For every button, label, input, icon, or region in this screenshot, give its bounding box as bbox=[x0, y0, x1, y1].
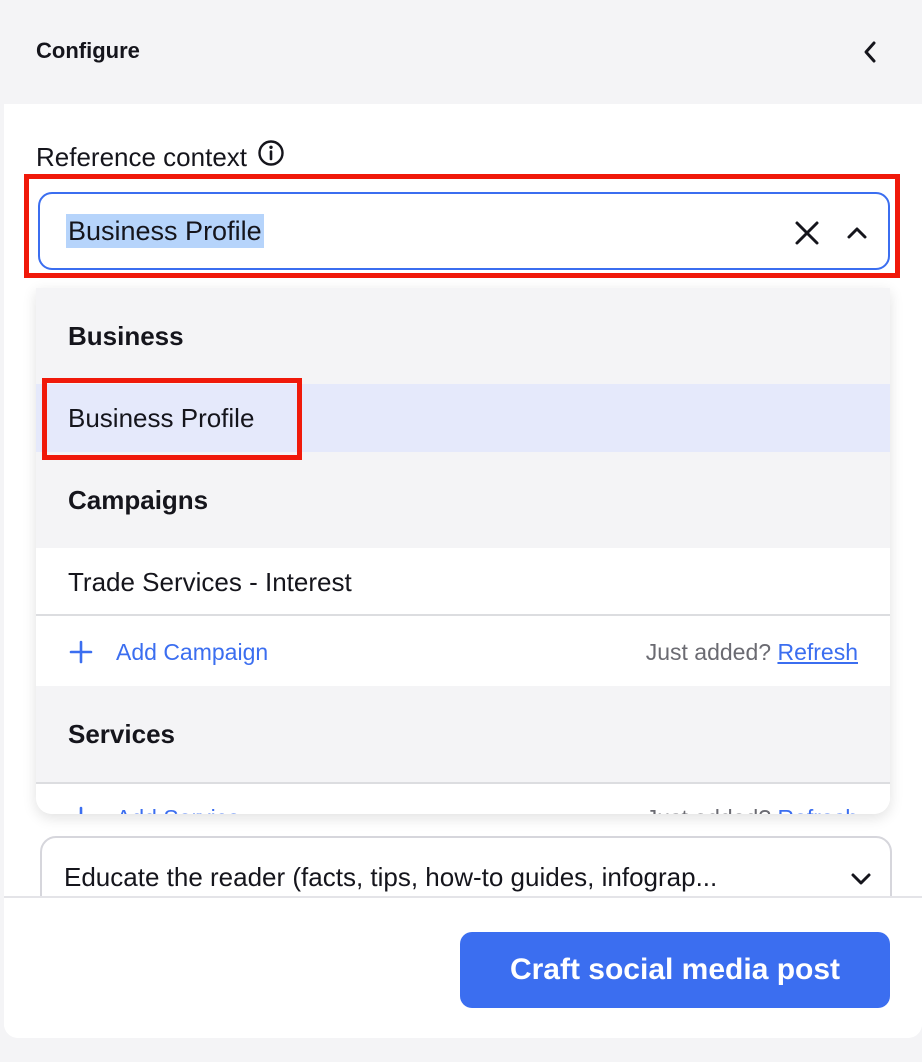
reference-context-dropdown: Business Business Profile Campaigns Trad… bbox=[36, 288, 890, 814]
panel-header: Configure bbox=[4, 0, 922, 104]
group-header-business: Business bbox=[36, 288, 890, 384]
reference-context-label-text: Reference context bbox=[36, 142, 248, 172]
info-icon[interactable] bbox=[257, 139, 285, 167]
add-service-row: Add Service Just added? Refresh bbox=[36, 784, 890, 814]
post-goal-value: Educate the reader (facts, tips, how-to … bbox=[64, 862, 718, 892]
add-campaign-row: Add Campaign Just added? Refresh bbox=[36, 618, 890, 686]
just-added-text: Just added? Refresh bbox=[646, 805, 858, 815]
refresh-services-link[interactable]: Refresh bbox=[777, 805, 858, 815]
add-service-button[interactable]: Add Service bbox=[68, 805, 240, 815]
chevron-down-icon bbox=[846, 864, 876, 894]
collapse-button[interactable] bbox=[856, 38, 884, 66]
craft-social-media-post-button[interactable]: Craft social media post bbox=[460, 932, 890, 1008]
option-business-profile[interactable]: Business Profile bbox=[36, 384, 890, 452]
dropdown-toggle-button[interactable] bbox=[842, 218, 872, 248]
chevron-up-icon bbox=[847, 227, 867, 239]
chevron-left-icon bbox=[864, 41, 876, 63]
plus-icon bbox=[68, 639, 94, 665]
group-header-campaigns: Campaigns bbox=[36, 452, 890, 548]
panel-title: Configure bbox=[36, 38, 140, 63]
clear-selection-button[interactable] bbox=[792, 218, 822, 248]
group-header-services: Services bbox=[36, 686, 890, 782]
panel-footer: Craft social media post bbox=[4, 896, 922, 1038]
reference-context-select[interactable]: Business Profile bbox=[38, 192, 890, 270]
close-icon bbox=[795, 221, 819, 245]
add-campaign-label: Add Campaign bbox=[116, 638, 269, 665]
refresh-campaigns-link[interactable]: Refresh bbox=[777, 639, 858, 665]
add-campaign-button[interactable]: Add Campaign bbox=[68, 639, 268, 666]
just-added-text: Just added? Refresh bbox=[646, 639, 858, 666]
plus-icon bbox=[68, 805, 94, 814]
configure-panel: Configure Reference context Business Pro… bbox=[4, 0, 922, 1038]
just-added-label: Just added? bbox=[645, 638, 772, 665]
reference-context-label: Reference context bbox=[36, 139, 285, 173]
just-added-label: Just added? bbox=[646, 805, 771, 815]
add-service-label: Add Service bbox=[116, 805, 240, 815]
option-trade-services-interest[interactable]: Trade Services - Interest bbox=[36, 548, 890, 616]
selected-value[interactable]: Business Profile bbox=[66, 214, 264, 248]
